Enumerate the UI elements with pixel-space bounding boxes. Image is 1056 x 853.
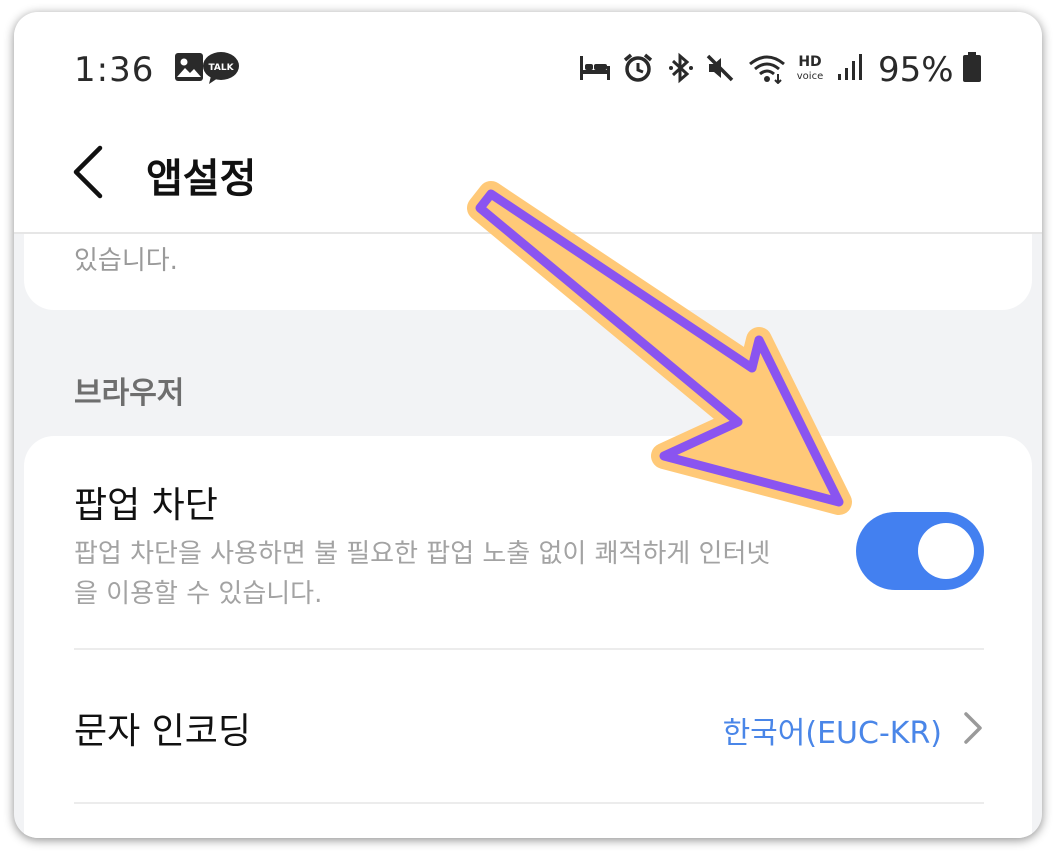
popup-block-title: 팝업 차단 xyxy=(74,485,218,526)
bluetooth-icon xyxy=(668,52,694,88)
battery-icon xyxy=(962,52,982,86)
popup-block-description: 팝업 차단을 사용하면 불 필요한 팝업 노출 없이 쾌적하게 인터넷을 이용할… xyxy=(74,539,771,609)
page-title: 앱설정 xyxy=(146,156,257,202)
kakaotalk-icon: TALK xyxy=(202,50,240,90)
hd-voice-icon: HD voice xyxy=(792,52,828,88)
talk-badge-text: TALK xyxy=(208,63,234,73)
chevron-right-icon xyxy=(962,710,984,746)
back-button[interactable] xyxy=(68,142,108,202)
status-time: 1:36 xyxy=(74,50,155,90)
previous-setting-description: 있습니다. xyxy=(74,246,178,276)
battery-percent: 95% xyxy=(878,50,954,90)
phone-screen: 1:36 TALK HD voice 95% 앱설정 있습니다. 브라우저 팝업… xyxy=(14,12,1042,838)
browser-settings-card: 팝업 차단 팝업 차단을 사용하면 불 필요한 팝업 노출 없이 쾌적하게 인터… xyxy=(24,436,1032,838)
bed-icon xyxy=(578,52,612,86)
popup-block-toggle[interactable] xyxy=(856,512,984,590)
gallery-icon xyxy=(174,52,204,86)
signal-icon xyxy=(836,52,866,86)
text-encoding-row[interactable]: 문자 인코딩 한국어(EUC-KR) xyxy=(24,650,1032,800)
app-bar: 앱설정 xyxy=(14,122,1042,234)
wifi-icon xyxy=(748,52,786,88)
alarm-icon xyxy=(622,52,654,88)
status-bar: 1:36 TALK HD voice 95% xyxy=(14,12,1042,122)
mute-icon xyxy=(704,52,736,88)
voice-label: voice xyxy=(797,71,823,82)
text-encoding-value: 한국어(EUC-KR) xyxy=(722,716,942,751)
hd-label: HD xyxy=(798,54,821,70)
toggle-knob xyxy=(918,523,974,579)
chevron-left-icon xyxy=(73,145,103,199)
previous-setting-card: 있습니다. xyxy=(24,234,1032,310)
browser-section-header: 브라우저 xyxy=(74,376,185,411)
row-divider xyxy=(74,802,984,804)
text-encoding-title: 문자 인코딩 xyxy=(74,711,252,752)
